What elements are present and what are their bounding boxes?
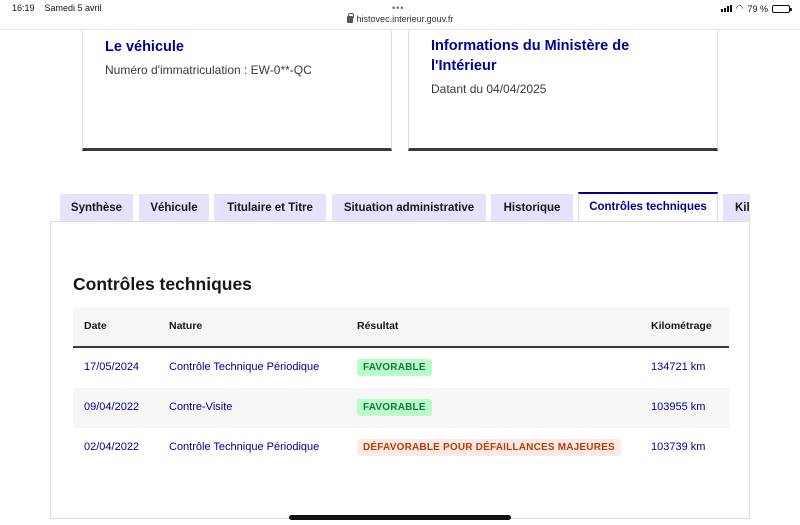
plate-number-text: Numéro d'immatriculation : EW-0**-QC xyxy=(105,63,312,77)
battery-percent: 79 % xyxy=(747,3,768,14)
row-kilometrage: 134721 km xyxy=(651,361,706,373)
row-nature: Contrôle Technique Périodique xyxy=(169,441,320,453)
table-header: Date Nature Résultat Kilométrage xyxy=(73,307,729,348)
row-date: 17/05/2024 xyxy=(84,361,140,373)
cellular-signal-icon xyxy=(720,5,732,12)
row-kilometrage: 103739 km xyxy=(651,441,706,453)
tab-historique[interactable]: Historique xyxy=(491,194,573,222)
tab-controles-techniques[interactable]: Contrôles techniques xyxy=(578,192,718,222)
section-title: Contrôles techniques xyxy=(73,274,252,294)
status-time-date: 16:19 Samedi 5 avril xyxy=(12,3,112,13)
result-badge-favorable: FAVORABLE xyxy=(357,399,432,416)
row-date: 09/04/2022 xyxy=(84,401,140,413)
row-date: 02/04/2022 xyxy=(84,441,140,453)
row-kilometrage: 103955 km xyxy=(651,401,706,413)
column-header-resultat: Résultat xyxy=(357,320,399,332)
home-indicator[interactable] xyxy=(289,515,511,520)
status-bar: 16:19 Samedi 5 avril ••• histovec.interie… xyxy=(0,0,800,30)
lock-icon xyxy=(346,13,354,23)
battery-icon xyxy=(772,4,792,13)
status-date: Samedi 5 avril xyxy=(44,3,102,13)
table-row: 02/04/2022 Contrôle Technique Périodique… xyxy=(73,428,729,468)
status-time: 16:19 xyxy=(12,3,35,13)
tab-synthese[interactable]: Synthèse xyxy=(60,194,133,222)
ministere-card-title: Informations du Ministère de l'Intérieur xyxy=(431,38,630,74)
table-row: 09/04/2022 Contre-Visite FAVORABLE 10395… xyxy=(73,388,729,428)
vehicle-card-title: Le véhicule xyxy=(105,39,184,55)
tab-vehicule[interactable]: Véhicule xyxy=(139,194,209,222)
table-row: 17/05/2024 Contrôle Technique Périodique… xyxy=(73,348,729,388)
controles-table: Date Nature Résultat Kilométrage 17/05/2… xyxy=(73,307,729,468)
vehicle-card: Le véhicule Numéro d'immatriculation : E… xyxy=(82,30,392,151)
tab-situation-administrative[interactable]: Situation administrative xyxy=(332,194,486,222)
tab-kilometrage[interactable]: Kilométrage xyxy=(723,194,750,222)
ministere-date-text: Datant du 04/04/2025 xyxy=(431,82,547,96)
address-bar[interactable]: histovec.interieur.gouv.fr xyxy=(0,13,800,24)
wifi-icon: ◠ xyxy=(735,3,744,13)
tab-list: Synthèse Véhicule Titulaire et Titre Sit… xyxy=(50,192,750,222)
ministere-card: Informations du Ministère de l'Intérieur… xyxy=(408,30,718,151)
row-nature: Contrôle Technique Périodique xyxy=(169,361,320,373)
column-header-nature: Nature xyxy=(169,320,203,332)
column-header-kilometrage: Kilométrage xyxy=(651,320,712,332)
tab-titulaire-titre[interactable]: Titulaire et Titre xyxy=(214,194,326,222)
status-indicators: ◠ 79 % xyxy=(720,3,792,14)
url-text: histovec.interieur.gouv.fr xyxy=(356,14,454,24)
tab-panel-controles-techniques: Contrôles techniques Date Nature Résulta… xyxy=(50,221,750,519)
result-badge-favorable: FAVORABLE xyxy=(357,359,432,376)
multitasking-dots[interactable]: ••• xyxy=(392,3,404,13)
column-header-date: Date xyxy=(84,320,107,332)
row-nature: Contre-Visite xyxy=(169,401,233,413)
result-badge-defavorable: DÉFAVORABLE POUR DÉFAILLANCES MAJEURES xyxy=(357,439,621,456)
